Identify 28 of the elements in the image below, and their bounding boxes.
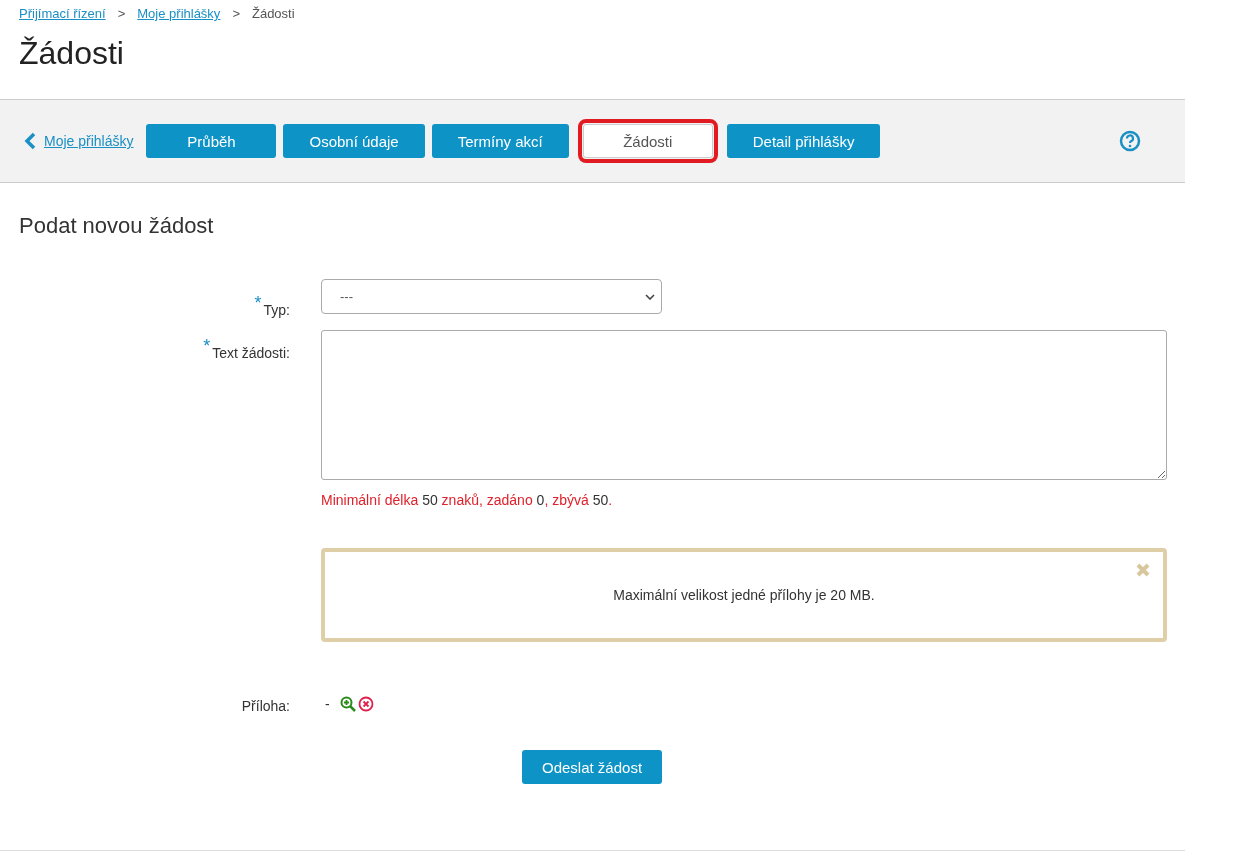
section-title: Podat novou žádost	[19, 213, 215, 239]
attachment-label: Příloha:	[240, 697, 290, 714]
notice-text: Maximální velikost jedné přílohy je 20 MB.	[613, 587, 875, 603]
tab[interactable]: Termíny akcí	[431, 124, 569, 158]
breadcrumb-separator: >	[232, 6, 240, 21]
zoom-in-icon[interactable]	[339, 696, 356, 712]
chevron-down-icon	[645, 293, 655, 300]
page-title: Žádosti	[19, 35, 125, 73]
breadcrumb-link[interactable]: Přijímací řízení	[19, 6, 106, 21]
tab[interactable]: Detail přihlášky	[726, 124, 881, 158]
help-icon[interactable]	[1119, 130, 1141, 152]
required-mark: *	[254, 293, 262, 313]
back-link[interactable]: Moje přihlášky	[24, 132, 134, 150]
required-mark: *	[203, 336, 211, 356]
chevron-left-icon	[24, 132, 36, 150]
attachment-value: -	[325, 696, 330, 712]
length-counter: Minimální délka 50 znaků, zadáno 0, zbývá 50.	[321, 492, 614, 508]
type-label: Typ:	[263, 302, 290, 318]
tab[interactable]: Průběh	[146, 124, 277, 158]
breadcrumb-current: Žádosti	[251, 6, 295, 21]
close-icon[interactable]	[1135, 562, 1151, 578]
breadcrumb-link[interactable]: Moje přihlášky	[137, 6, 221, 21]
remove-icon[interactable]	[357, 696, 374, 712]
breadcrumb-separator: >	[117, 6, 126, 21]
submit-button[interactable]: Odeslat žádost	[522, 750, 663, 784]
text-label: Text žádosti:	[212, 345, 290, 361]
type-select[interactable]: ---	[321, 279, 662, 314]
tab[interactable]: Osobní údaje	[283, 124, 425, 158]
